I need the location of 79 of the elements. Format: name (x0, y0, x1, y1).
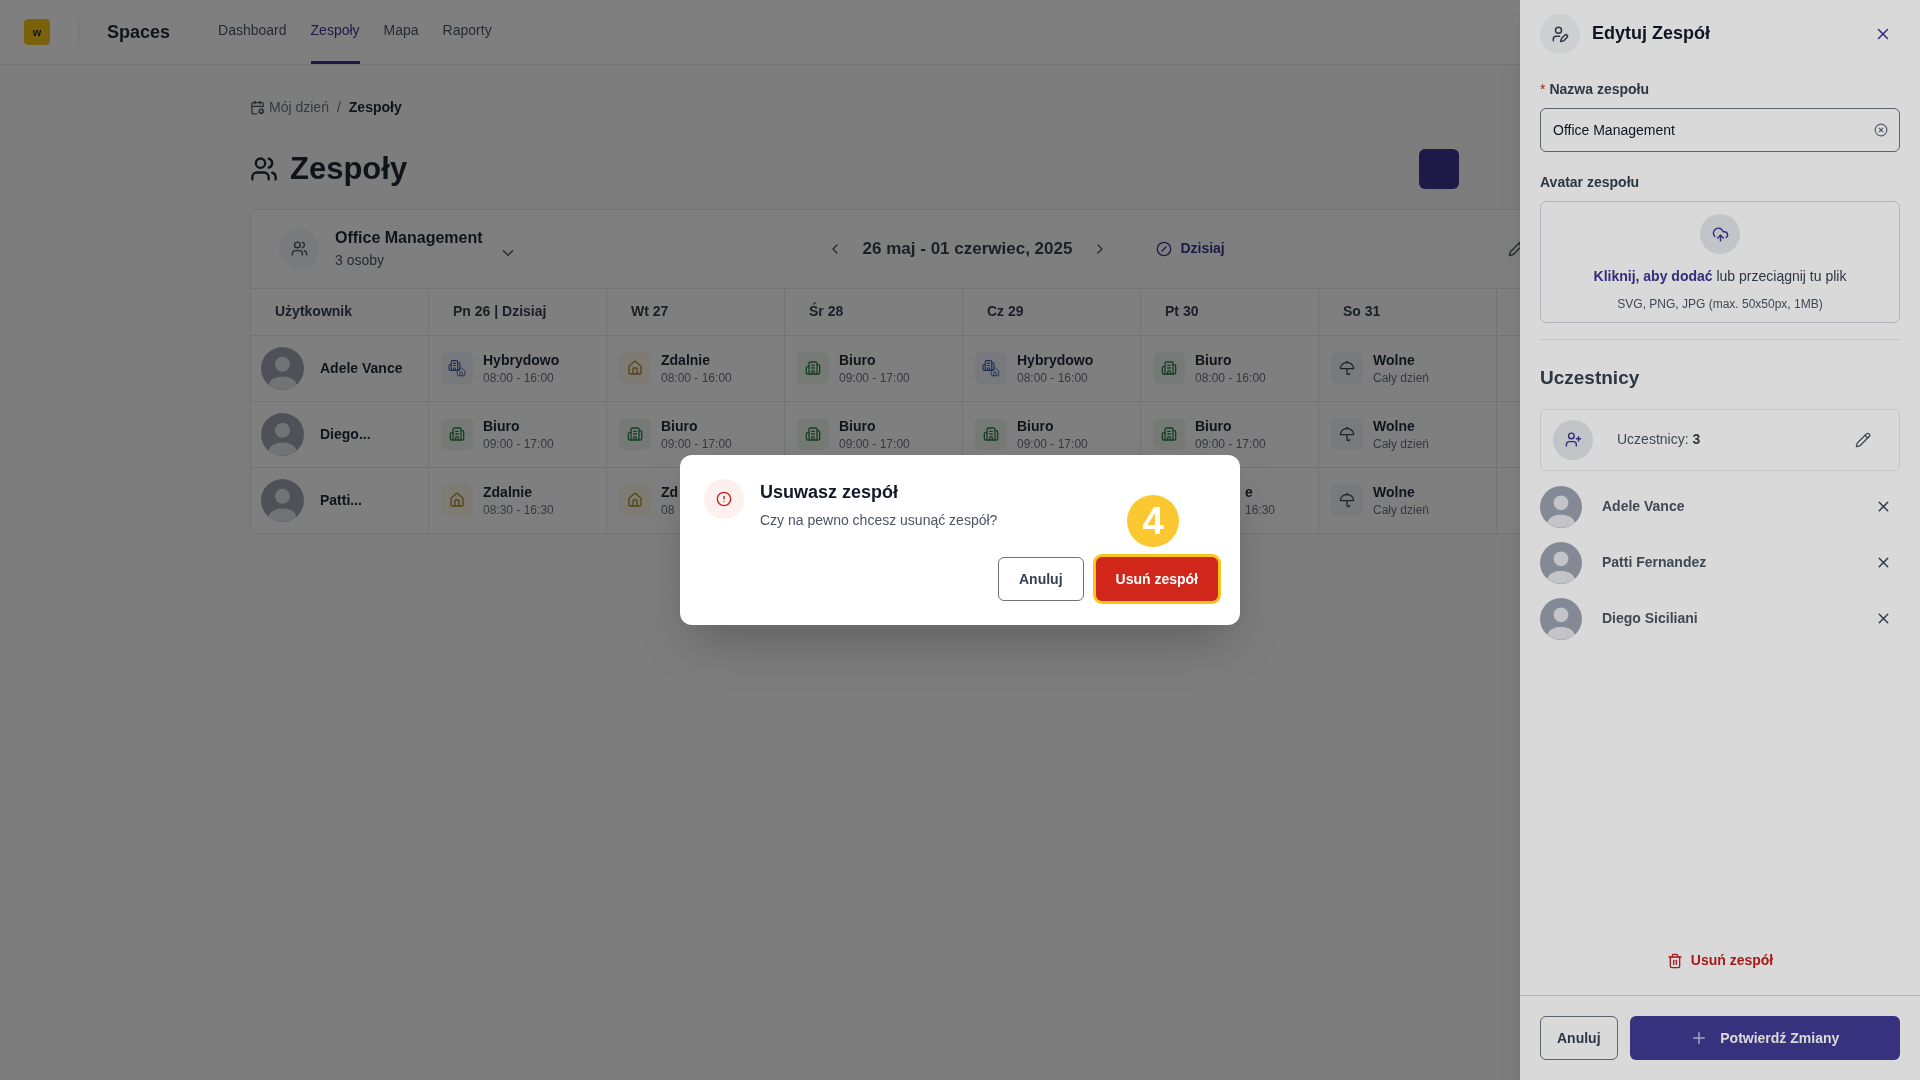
hours-text: Cały dzień (1373, 370, 1430, 386)
status-label: Biuro (1195, 351, 1233, 370)
delete-team-link[interactable]: Usuń zespół (1666, 950, 1774, 971)
status-label: Zd (661, 483, 679, 502)
app-name: Spaces (107, 20, 171, 44)
status-label: Biuro (483, 417, 521, 436)
hours-text: 08:00 - 16:00 (483, 370, 555, 386)
column-header: Pn 26 | Dzisiaj (453, 302, 547, 321)
app-logo[interactable]: w (24, 19, 50, 45)
hours-text: 09:00 - 17:00 (1017, 436, 1088, 452)
participants-count: 3 (1692, 430, 1701, 449)
hours-text: 09:00 - 17:00 (483, 436, 554, 452)
hours-text: Cały dzień (1373, 502, 1430, 518)
hours-text: 09:00 - 17:00 (839, 436, 910, 452)
cancel-button[interactable]: Anuluj (998, 557, 1084, 601)
delete-team-button[interactable]: Usuń zespół (1095, 557, 1218, 601)
upload-area[interactable]: Kliknij, aby dodać lub przeciągnij tu plik SVG, PNG, JPG (max. 50x50px, 1MB) (1540, 201, 1900, 323)
nav-tab[interactable]: Dashboard (218, 0, 287, 64)
upload-link[interactable]: Kliknij, aby dodać (1593, 268, 1713, 284)
team-name: Office Management (335, 228, 483, 248)
hours-text: 08:00 - 16:00 (1017, 370, 1089, 386)
status-label: Zdalnie (661, 351, 711, 370)
date-range: 26 maj - 01 czerwiec, 2025 (862, 237, 1073, 260)
upload-hint: SVG, PNG, JPG (max. 50x50px, 1MB) (1617, 296, 1823, 313)
hours-text: 09:00 - 17:00 (839, 370, 910, 386)
nav-tab[interactable]: Zespoły (310, 0, 360, 64)
column-header: Wt 27 (631, 302, 669, 321)
column-header: Śr 28 (809, 301, 844, 321)
column-header: So 31 (1343, 302, 1381, 321)
column-header: Cz 29 (987, 302, 1024, 321)
user-name: Diego... (320, 424, 371, 444)
dialog-title: Usuwasz zespół (760, 481, 900, 504)
upload-instruction: Kliknij, aby dodać lub przeciągnij tu plik (1593, 267, 1847, 286)
status-label: e (1245, 483, 1254, 502)
status-label: Wolne (1373, 351, 1416, 370)
member-name: Patti Fernandez (1602, 553, 1707, 572)
confirm-changes-button[interactable]: Potwierdź Zmiany (1629, 1016, 1900, 1060)
breadcrumb-current: Zespoły (348, 98, 402, 117)
hours-text: 16:30 (1245, 502, 1276, 518)
hours-text: 09:00 - 17:00 (661, 436, 732, 452)
today-button[interactable]: Dzisiaj (1156, 238, 1225, 259)
status-label: Zdalnie (483, 483, 533, 502)
user-name: Patti... (320, 490, 362, 510)
step-badge: 4 (1127, 495, 1179, 547)
status-label: Hybrydowo (1017, 351, 1094, 370)
hours-text: 08:00 - 16:00 (661, 370, 732, 386)
field-label: Nazwa zespołu (1549, 80, 1650, 99)
status-label: Biuro (1017, 417, 1055, 436)
user-name: Adele Vance (320, 358, 403, 378)
team-name-field[interactable]: Office Management (1540, 108, 1900, 152)
breadcrumb-link[interactable]: Mój dzień (269, 97, 329, 118)
page-title: Zespoły (290, 150, 408, 188)
member-name: Diego Siciliani (1602, 609, 1698, 628)
dialog-message: Czy na pewno chcesz usunąć zespół? (760, 511, 998, 530)
status-label: Hybrydowo (483, 351, 560, 370)
team-members-count: 3 osoby (335, 251, 386, 270)
breadcrumb-separator: / (336, 98, 341, 117)
status-label: Biuro (839, 351, 877, 370)
status-label: Biuro (1195, 417, 1233, 436)
column-header: Pt 30 (1165, 302, 1199, 321)
status-label: Wolne (1373, 483, 1416, 502)
hours-text: 09:00 - 17:00 (1195, 436, 1266, 452)
member-name: Adele Vance (1602, 497, 1685, 516)
column-header: Użytkownik (275, 302, 352, 321)
status-label: Biuro (661, 417, 699, 436)
status-label: Wolne (1373, 417, 1416, 436)
hours-text: 08 (661, 502, 676, 518)
nav-tab[interactable]: Raporty (442, 0, 492, 64)
nav-tab[interactable]: Mapa (383, 0, 419, 64)
cancel-button[interactable]: Anuluj (1540, 1016, 1618, 1060)
hours-text: 08:00 - 16:00 (1195, 370, 1266, 386)
status-label: Biuro (839, 417, 877, 436)
participants-label: Uczestnicy: (1617, 430, 1689, 449)
required-mark: * (1540, 80, 1546, 99)
section-heading: Uczestnicy (1540, 366, 1641, 390)
hours-text: Cały dzień (1373, 436, 1430, 452)
drawer-title: Edytuj Zespół (1592, 22, 1710, 45)
hours-text: 08:30 - 16:30 (483, 502, 554, 518)
field-label: Avatar zespołu (1540, 173, 1641, 192)
